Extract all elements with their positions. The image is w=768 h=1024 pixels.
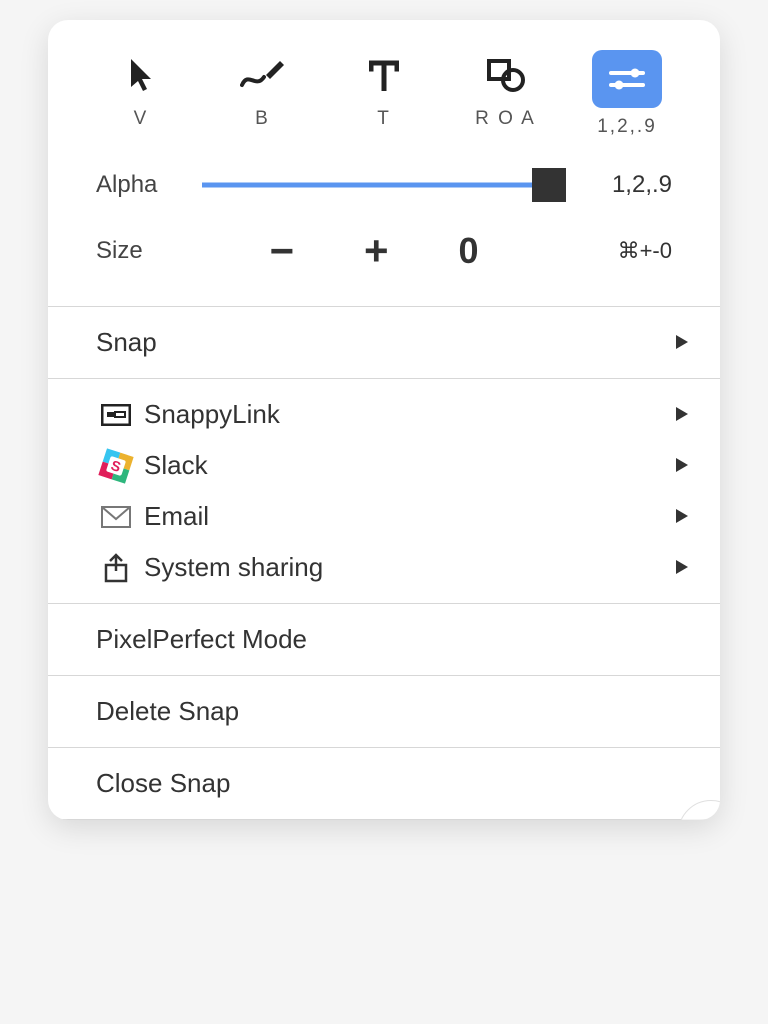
share-group: SnappyLink S Slack	[48, 379, 720, 604]
tool-shortcut: B	[255, 108, 270, 130]
menu-label: Close Snap	[96, 768, 690, 799]
alpha-label: Alpha	[96, 171, 186, 199]
alpha-slider-thumb[interactable]	[532, 168, 566, 202]
chevron-right-icon	[674, 450, 690, 481]
chevron-right-icon	[674, 399, 690, 430]
menu-label: Email	[144, 501, 674, 532]
chevron-right-icon	[674, 501, 690, 532]
menu-pixelperfect[interactable]: PixelPerfect Mode	[48, 604, 720, 676]
alpha-slider-track	[202, 183, 566, 188]
size-buttons: − + 0	[186, 230, 562, 272]
shapes-icon	[486, 50, 526, 100]
size-shortcut: ⌘+-0	[562, 238, 672, 264]
slack-icon: S	[96, 452, 136, 480]
menu-label: System sharing	[144, 552, 674, 583]
tool-shapes[interactable]: R O A	[461, 50, 551, 130]
draw-icon	[240, 50, 286, 100]
size-label: Size	[96, 237, 186, 265]
tool-shortcut: R O A	[475, 108, 536, 130]
size-reset-button[interactable]: 0	[459, 230, 479, 272]
toolbar: V B T	[48, 20, 720, 150]
menu-close-snap[interactable]: Close Snap	[48, 748, 720, 820]
size-increase-button[interactable]: +	[364, 230, 389, 272]
menu-label: SnappyLink	[144, 399, 674, 430]
size-row: Size − + 0 ⌘+-0	[48, 212, 720, 306]
share-icon	[96, 553, 136, 583]
settings-panel: V B T	[48, 20, 720, 820]
menu-email[interactable]: Email	[48, 491, 720, 542]
sliders-icon	[592, 50, 662, 108]
snappylink-icon	[96, 404, 136, 426]
size-decrease-button[interactable]: −	[269, 230, 294, 272]
menu-snappylink[interactable]: SnappyLink	[48, 379, 720, 440]
menu-label: PixelPerfect Mode	[96, 624, 690, 655]
menu-label: Snap	[96, 327, 674, 358]
menu-label: Delete Snap	[96, 696, 690, 727]
tool-sliders[interactable]: 1,2,.9	[582, 50, 672, 138]
pointer-icon	[127, 50, 155, 100]
text-icon	[369, 50, 399, 100]
chevron-right-icon	[674, 327, 690, 358]
tool-shortcut: 1,2,.9	[597, 116, 657, 138]
tool-shortcut: T	[377, 108, 391, 130]
chevron-right-icon	[674, 552, 690, 583]
email-icon	[96, 506, 136, 528]
alpha-slider[interactable]	[202, 168, 566, 202]
menu-system-sharing[interactable]: System sharing	[48, 542, 720, 603]
tool-shortcut: V	[134, 108, 149, 130]
alpha-shortcut: 1,2,.9	[582, 171, 672, 199]
alpha-row: Alpha 1,2,.9	[48, 150, 720, 212]
tool-text[interactable]: T	[339, 50, 429, 130]
menu-slack[interactable]: S Slack	[48, 440, 720, 491]
tool-pointer[interactable]: V	[96, 50, 186, 130]
menu-snap[interactable]: Snap	[48, 307, 720, 379]
menu-label: Slack	[144, 450, 674, 481]
menu-delete-snap[interactable]: Delete Snap	[48, 676, 720, 748]
tool-draw[interactable]: B	[218, 50, 308, 130]
